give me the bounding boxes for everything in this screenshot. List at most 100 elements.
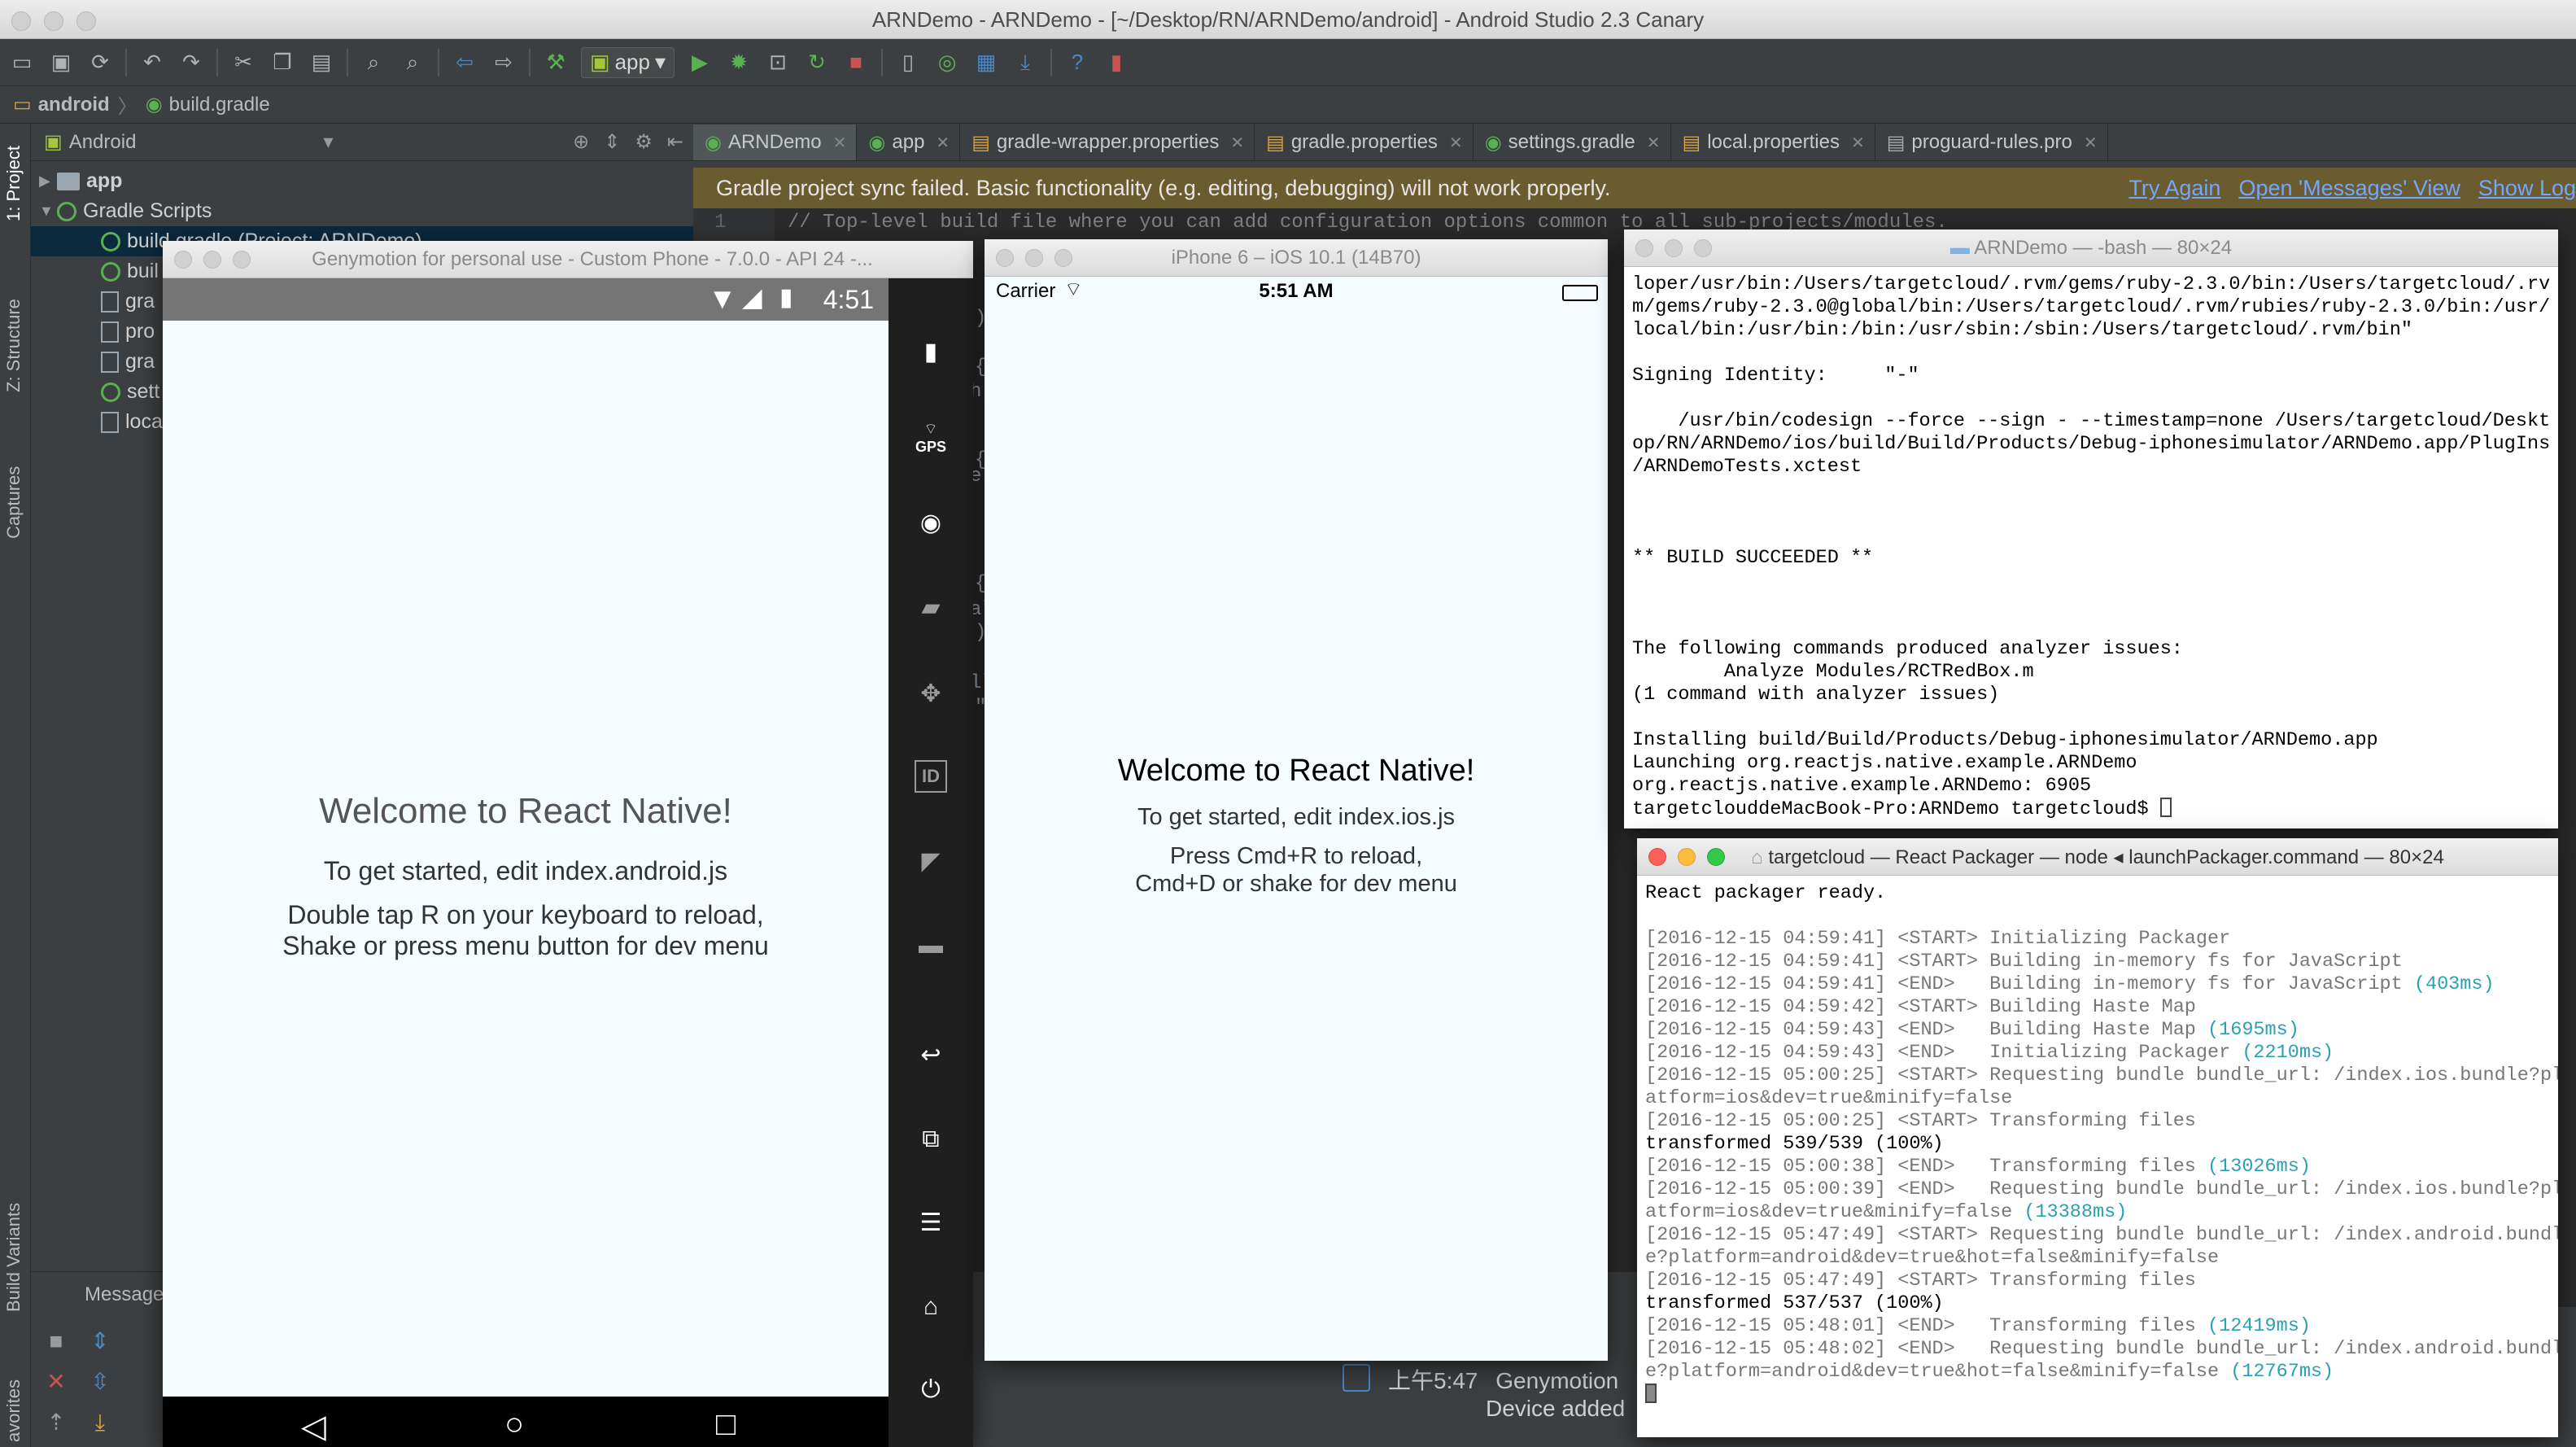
dpad-widget-icon[interactable]: ✥: [915, 677, 947, 710]
back-button-icon[interactable]: ↩: [915, 1038, 947, 1071]
tab-gradle-wrapper-properties[interactable]: ▤ gradle-wrapper.properties ✕: [960, 125, 1255, 160]
tree-item-app[interactable]: ▶ app: [31, 166, 693, 196]
terminal-line: ** BUILD SUCCEEDED **: [1632, 547, 1874, 569]
network-widget-icon[interactable]: ◤: [915, 845, 947, 877]
android-app-screen[interactable]: Welcome to React Native! To get started,…: [163, 321, 889, 1397]
tool-tab-favorites[interactable]: avorites: [3, 1379, 24, 1442]
back-nav-icon[interactable]: ◁: [301, 1408, 326, 1445]
tab-arndemo[interactable]: ◉ ARNDemo ✕: [693, 125, 858, 160]
export-icon[interactable]: ⤓: [88, 1410, 112, 1435]
sms-widget-icon[interactable]: ▬: [915, 929, 947, 962]
collapse-arrow-icon[interactable]: ▼: [39, 203, 57, 220]
tree-item-gradle-scripts[interactable]: ▼ Gradle Scripts: [31, 196, 693, 226]
undo-icon[interactable]: ↶: [138, 49, 166, 77]
ios-status-bar: Carrier ⌔ 5:51 AM: [985, 277, 1608, 309]
stop-icon[interactable]: ■: [44, 1329, 68, 1353]
close-icon[interactable]: ✕: [833, 133, 847, 153]
tab-gradle-properties[interactable]: ▤ gradle.properties ✕: [1255, 125, 1474, 160]
paste-icon[interactable]: ▤: [308, 49, 335, 77]
debug-icon[interactable]: ✹: [725, 49, 753, 77]
device-id-widget-icon[interactable]: ID: [915, 760, 947, 793]
terminal-line: e?platform=android&dev=true&hot=false&mi…: [1645, 1361, 2334, 1383]
bash-terminal-window[interactable]: ▬ ARNDemo — -bash — 80×24 loper/usr/bin:…: [1624, 230, 2558, 828]
tab-app[interactable]: ◉ app ✕: [857, 125, 961, 160]
gradle-sync-icon[interactable]: ◎: [933, 49, 961, 77]
find-icon[interactable]: ⌕: [360, 49, 387, 77]
apply-changes-icon[interactable]: ↻: [803, 49, 831, 77]
bash-terminal-title-bar: ▬ ARNDemo — -bash — 80×24: [1624, 230, 2558, 267]
packager-log-lines: [2016-12-15 04:59:41] <START> Initializi…: [1645, 928, 2558, 1383]
power-button-icon[interactable]: ⏻: [915, 1374, 947, 1406]
tab-settings-gradle[interactable]: ◉ settings.gradle ✕: [1474, 125, 1671, 160]
capture-widget-icon[interactable]: ▰: [915, 591, 947, 623]
collapse-all-icon[interactable]: ⇕: [604, 130, 620, 154]
tool-tab-project[interactable]: 1: Project: [3, 146, 24, 221]
expand-all-icon[interactable]: ⇕: [88, 1329, 112, 1353]
breadcrumb-item[interactable]: ◉ build.gradle: [146, 93, 270, 116]
close-icon[interactable]: ✕: [2084, 133, 2098, 153]
show-log-link[interactable]: Show Log: [2478, 176, 2576, 201]
forward-icon[interactable]: ⇨: [490, 49, 517, 77]
sync-icon[interactable]: ⟳: [86, 49, 114, 77]
project-structure-icon[interactable]: ▦: [972, 49, 1000, 77]
close-icon[interactable]: ✕: [1647, 133, 1661, 153]
project-view-selector[interactable]: ▣ Android ▾ ⊕ ⇕ ⚙ ⇤: [31, 124, 693, 161]
tool-tab-structure[interactable]: Z: Structure: [3, 299, 24, 392]
folder-icon: ▭: [13, 94, 32, 116]
settings-gear-icon[interactable]: ⚙: [635, 130, 653, 154]
gradle-icon: ◉: [1484, 131, 1502, 154]
close-icon[interactable]: ✕: [1449, 133, 1463, 153]
make-project-icon[interactable]: ⚒: [542, 49, 570, 77]
copy-icon[interactable]: ❐: [269, 49, 296, 77]
replace-icon[interactable]: ⌕: [399, 49, 426, 77]
packager-terminal-window[interactable]: ⌂ targetcloud — React Packager — node ◂ …: [1637, 838, 2558, 1437]
ios-simulator-title-bar: iPhone 6 – iOS 10.1 (14B70): [985, 239, 1608, 277]
back-icon[interactable]: ⇦: [451, 49, 478, 77]
log-text: [2016-12-15 04:59:43] <END> Building Has…: [1645, 1019, 2208, 1041]
home-nav-icon[interactable]: ○: [504, 1406, 524, 1443]
bash-terminal-output: loper/usr/bin:/Users/targetcloud/.rvm/ge…: [1624, 267, 2558, 828]
wifi-arc-icon: ⌔: [923, 421, 938, 437]
home-button-icon[interactable]: ⌂: [915, 1291, 947, 1323]
tool-tab-captures[interactable]: Captures: [3, 466, 24, 539]
bash-terminal-title: ▬ ARNDemo — -bash — 80×24: [1624, 237, 2558, 260]
run-icon[interactable]: ▶: [686, 49, 714, 77]
hide-panel-icon[interactable]: ⇤: [667, 130, 683, 154]
close-icon[interactable]: ✕: [1851, 133, 1865, 153]
tool-tab-build-variants[interactable]: Build Variants: [3, 1203, 24, 1312]
window-title-bar: ARNDemo - ARNDemo - [~/Desktop/RN/ARNDem…: [0, 0, 2576, 39]
event-log-notification[interactable]: 上午5:47 Genymotion Device added: [1343, 1359, 1668, 1447]
run-config-select[interactable]: ▣ app ▾: [581, 46, 675, 78]
cut-icon[interactable]: ✂: [229, 49, 257, 77]
stop-icon[interactable]: ■: [842, 49, 870, 77]
packager-terminal-title-bar: ⌂ targetcloud — React Packager — node ◂ …: [1637, 838, 2558, 876]
open-folder-icon[interactable]: ▭: [8, 49, 36, 77]
tab-proguard-rules[interactable]: ▤ proguard-rules.pro ✕: [1875, 125, 2108, 160]
recents-nav-icon[interactable]: □: [716, 1406, 736, 1443]
open-messages-view-link[interactable]: Open 'Messages' View: [2238, 176, 2460, 201]
battery-widget-icon[interactable]: ▮: [915, 335, 947, 368]
genymotion-icon[interactable]: ▮: [1102, 49, 1130, 77]
menu-button-icon[interactable]: ☰: [915, 1206, 947, 1239]
sdk-manager-icon[interactable]: ⤓: [1011, 49, 1039, 77]
close-icon[interactable]: ✕: [936, 133, 950, 153]
sync-scroll-icon[interactable]: ⊕: [573, 130, 589, 154]
camera-widget-icon[interactable]: ◉: [915, 506, 947, 539]
attach-debugger-icon[interactable]: ⊡: [764, 49, 792, 77]
gps-widget-icon[interactable]: ⌔ GPS: [915, 421, 947, 455]
android-icon: ▣: [590, 50, 610, 74]
try-again-link[interactable]: Try Again: [2128, 176, 2220, 201]
avd-manager-icon[interactable]: ▯: [894, 49, 922, 77]
close-icon[interactable]: ✕: [44, 1370, 68, 1394]
expand-arrow-icon[interactable]: ▶: [39, 173, 57, 190]
breadcrumb-item[interactable]: ▭ android: [13, 93, 110, 116]
save-all-icon[interactable]: ▣: [47, 49, 75, 77]
redo-icon[interactable]: ↷: [177, 49, 205, 77]
pin-icon[interactable]: ⇡: [44, 1410, 68, 1435]
tab-local-properties[interactable]: ▤ local.properties ✕: [1671, 125, 1875, 160]
folder-icon: [57, 172, 80, 190]
help-icon[interactable]: ?: [1063, 49, 1091, 77]
collapse-all-icon[interactable]: ⇳: [88, 1370, 112, 1394]
recent-apps-button-icon[interactable]: ⧉: [915, 1123, 947, 1156]
close-icon[interactable]: ✕: [1230, 133, 1244, 153]
